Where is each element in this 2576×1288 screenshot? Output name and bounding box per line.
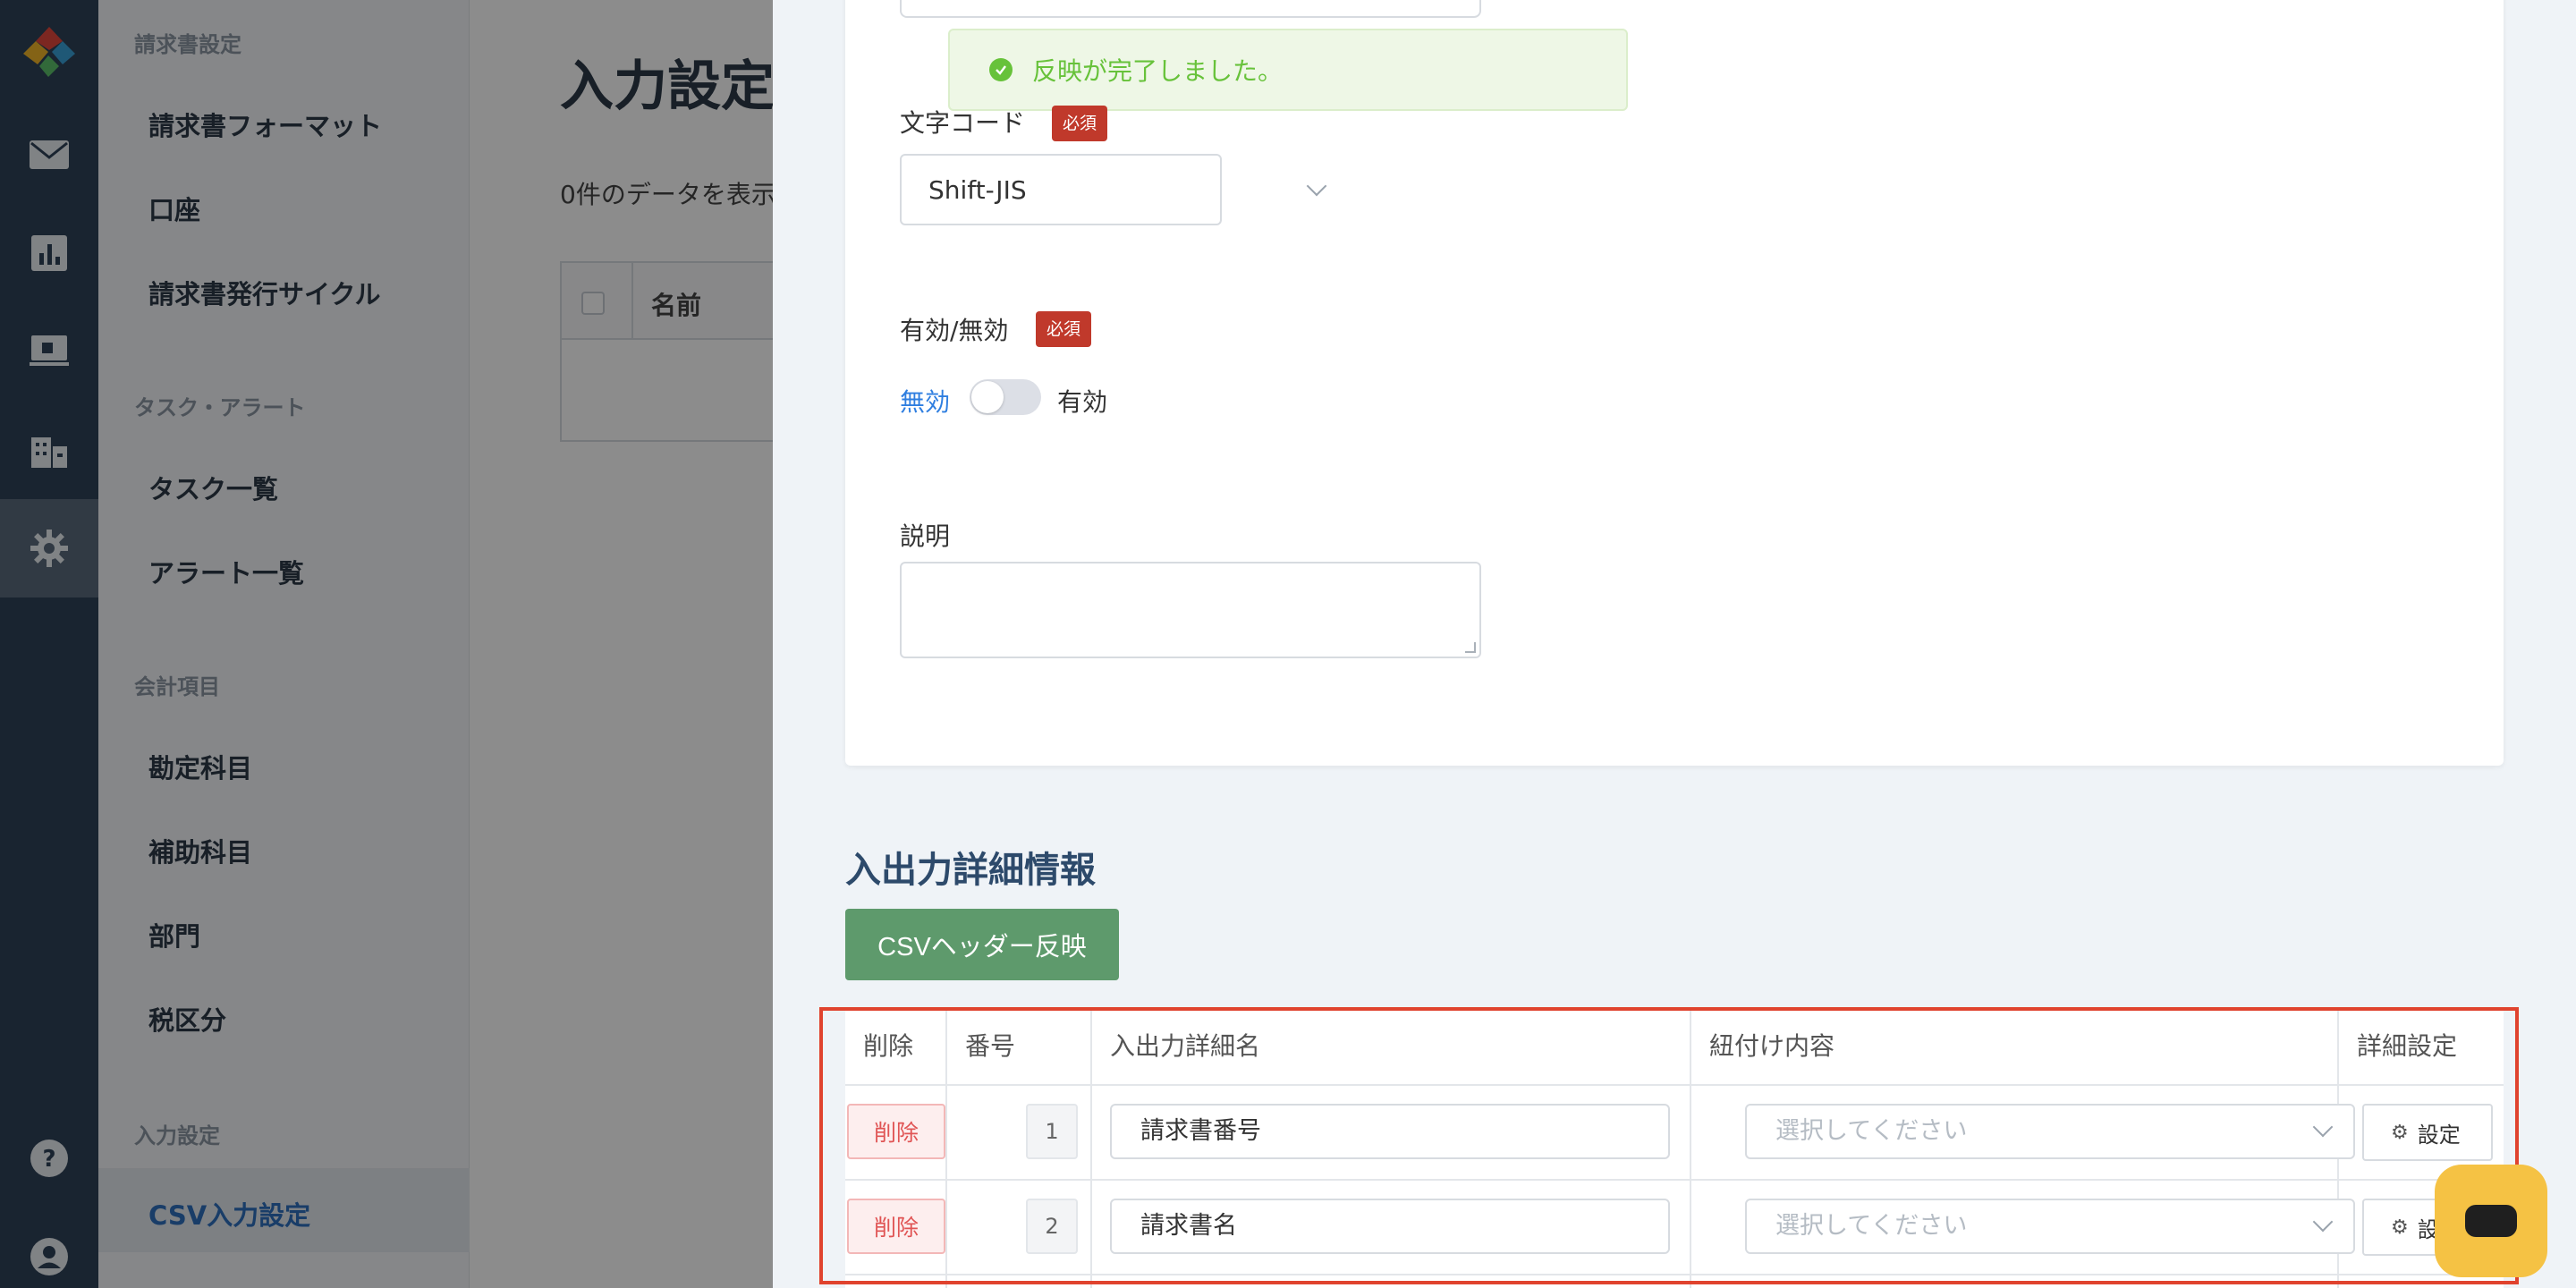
encoding-select[interactable]: Shift-JIS xyxy=(900,154,1327,225)
encoding-label: 文字コード xyxy=(900,108,1026,138)
description-textarea[interactable] xyxy=(900,562,1481,658)
modal-overlay[interactable] xyxy=(0,0,773,1288)
success-toast: 反映が完了しました。 xyxy=(948,29,1628,111)
chat-support-button[interactable] xyxy=(2435,1165,2547,1277)
csv-header-apply-button[interactable]: CSVヘッダー反映 xyxy=(845,909,1119,980)
toggle-off-label[interactable]: 無効 xyxy=(900,383,950,419)
check-circle-icon xyxy=(989,58,1013,81)
enabled-toggle[interactable] xyxy=(970,379,1041,415)
description-label: 説明 xyxy=(900,521,951,551)
toggle-on-label[interactable]: 有効 xyxy=(1057,383,1107,419)
toast-message: 反映が完了しました。 xyxy=(1032,56,1284,86)
highlight-annotation xyxy=(819,1007,2519,1284)
toggle-knob xyxy=(971,381,1004,413)
required-badge: 必須 xyxy=(1036,311,1092,347)
encoding-value: Shift-JIS xyxy=(928,175,1027,205)
details-section-title: 入出力詳細情報 xyxy=(845,850,1096,891)
required-badge: 必須 xyxy=(1052,106,1108,141)
resize-handle[interactable] xyxy=(1465,642,1476,653)
name-input-top[interactable] xyxy=(900,0,1481,18)
chat-bubble-icon xyxy=(2465,1205,2517,1237)
enabled-label: 有効/無効 xyxy=(900,316,1009,345)
